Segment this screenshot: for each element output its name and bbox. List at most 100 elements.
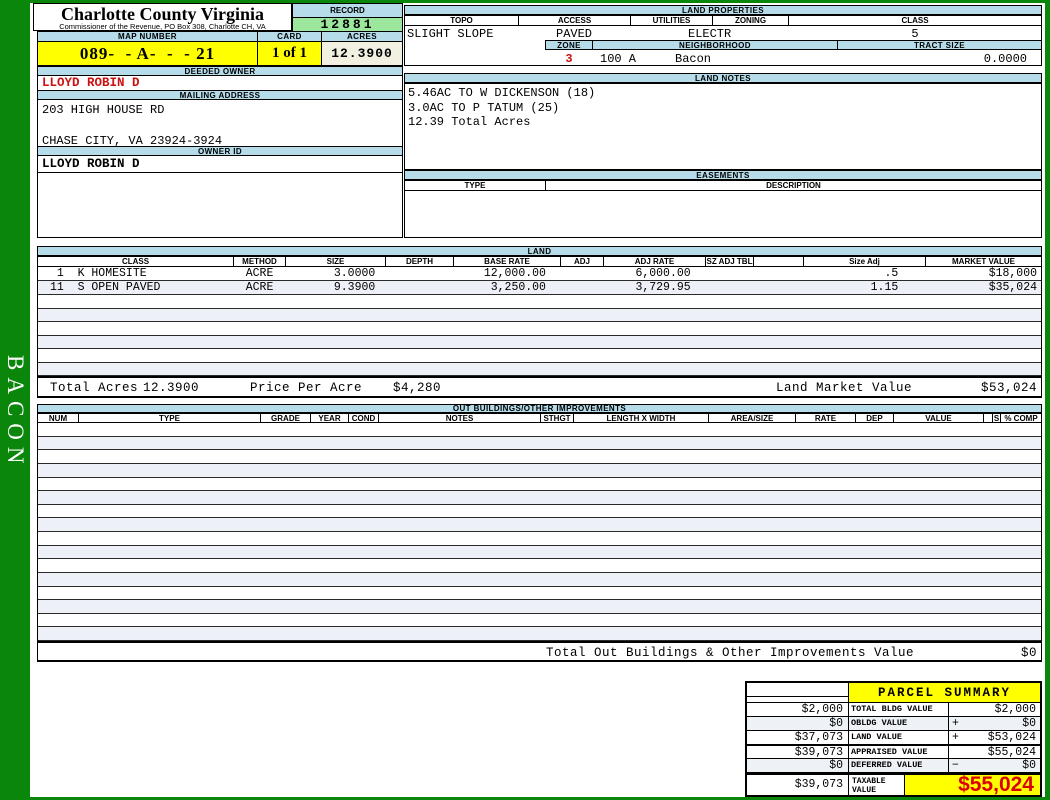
col-header-year: YEAR xyxy=(311,414,349,422)
out-building-empty-row xyxy=(38,559,1041,573)
summary-row-land-value: $37,073 LAND VALUE + $53,024 xyxy=(747,731,1040,745)
land-cell-adj-rate: 6,000.00 xyxy=(635,267,691,280)
col-header-type: TYPE xyxy=(79,414,261,422)
card-content: Charlotte County Virginia Commissioner o… xyxy=(30,3,1045,797)
land-row: 1 K HOMESITE ACRE 3.0000 12,000.00 6,000.00.… xyxy=(38,267,1041,281)
col-header-description: DESCRIPTION xyxy=(546,181,1041,190)
out-building-empty-row xyxy=(38,627,1041,641)
land-cell-market-value: $35,024 xyxy=(988,281,1037,294)
summary-prior-value: $39,073 xyxy=(747,746,849,759)
summary-operator: − xyxy=(952,759,959,772)
land-cell-sz-adj-tbl xyxy=(705,267,753,280)
summary-prior-value: $37,073 xyxy=(747,731,849,744)
land-notes-title: LAND NOTES xyxy=(404,73,1042,83)
summary-row-appraised-value: $39,073 APPRAISED VALUE $55,024 xyxy=(747,745,1040,759)
out-building-empty-row xyxy=(38,613,1041,628)
land-cell-size: 9.3900 xyxy=(333,281,376,294)
land-empty-row xyxy=(38,362,1041,376)
total-acres-value: 12.3900 xyxy=(143,381,200,395)
land-cell-class: 1 K HOMESITE xyxy=(50,267,147,280)
out-buildings-total-value: $0 xyxy=(1020,646,1037,660)
summary-operator xyxy=(949,703,966,716)
out-building-empty-row xyxy=(38,532,1041,546)
col-header-topo: TOPO xyxy=(405,16,519,25)
out-building-empty-row xyxy=(38,463,1041,478)
land-cell-base-rate: 12,000.00 xyxy=(483,267,546,280)
map-number-value: 089- - A- - - 21 xyxy=(37,41,258,66)
taxable-value: $55,024 xyxy=(905,774,1040,795)
summary-value: $0 xyxy=(1022,759,1036,772)
col-header-zoning: ZONING xyxy=(713,16,789,25)
land-empty-row xyxy=(38,349,1041,363)
col-header-cond: COND xyxy=(349,414,379,422)
out-building-empty-row xyxy=(38,436,1041,451)
col-header-grade: GRADE xyxy=(261,414,311,422)
neighborhood-value: Bacon xyxy=(675,52,712,66)
col-header-class: CLASS xyxy=(38,257,234,266)
parcel-summary-header-row: PARCEL SUMMARY xyxy=(747,683,1040,703)
col-header-num: NUM xyxy=(38,414,79,422)
land-cell-adj-rate: 3,729.95 xyxy=(635,281,691,294)
tract-size-label: TRACT SIZE xyxy=(837,40,1042,50)
summary-prior-value: $0 xyxy=(747,759,849,772)
land-cell-base-rate: 3,250.00 xyxy=(490,281,546,294)
land-cell-adj xyxy=(560,281,603,294)
district-sidebar-label: BACON xyxy=(3,355,28,471)
easements-headers: TYPE DESCRIPTION xyxy=(404,180,1042,191)
out-building-empty-row xyxy=(38,504,1041,519)
land-note-line: 3.0AC TO P TATUM (25) xyxy=(408,100,560,115)
topo-value: SLIGHT SLOPE xyxy=(407,27,494,41)
access-value: PAVED xyxy=(556,27,593,41)
summary-label: APPRAISED VALUE xyxy=(849,746,949,758)
out-building-empty-row xyxy=(38,491,1041,505)
land-note-line: 12.39 Total Acres xyxy=(408,115,531,129)
col-header-depth: DEPTH xyxy=(386,257,454,266)
out-building-empty-row xyxy=(38,600,1041,614)
land-empty-row xyxy=(38,295,1041,309)
taxable-value-row: $39,073 TAXABLE VALUE $55,024 xyxy=(747,773,1040,795)
col-header-adj-rate: ADJ RATE xyxy=(604,257,706,266)
summary-value: $2,000 xyxy=(994,703,1036,716)
out-buildings-headers: NUM TYPE GRADE YEAR COND NOTES STHGT LENGTH X W… xyxy=(37,413,1042,423)
deeded-owner-label: DEEDED OWNER xyxy=(37,66,403,76)
col-header-method: METHOD xyxy=(234,257,286,266)
record-value: 12881 xyxy=(293,17,402,32)
col-header-dep: DEP xyxy=(856,414,894,422)
land-row: 11 S OPEN PAVED ACRE 9.3900 3,250.00 3,729.9… xyxy=(38,281,1041,295)
land-cell-method: ACRE xyxy=(245,267,274,280)
land-table-headers: CLASS METHOD SIZE DEPTH BASE RATE ADJ ADJ RATE… xyxy=(37,256,1042,267)
summary-prior-value: $0 xyxy=(747,717,849,730)
summary-label: LAND VALUE xyxy=(849,731,949,744)
land-cell-size-adj: .5 xyxy=(884,267,899,280)
land-table-rows: 1 K HOMESITE ACRE 3.0000 12,000.00 6,000.00.… xyxy=(37,267,1042,376)
parcel-summary-blank-cell xyxy=(747,683,849,702)
mailing-address-box: 203 HIGH HOUSE RD CHASE CITY, VA 23924-3… xyxy=(37,100,403,148)
land-cell-depth xyxy=(385,281,453,294)
parcel-summary: PARCEL SUMMARY $2,000 TOTAL BLDG VALUE $2,… xyxy=(745,681,1042,797)
col-header-notes: NOTES xyxy=(379,414,541,422)
land-empty-row xyxy=(38,308,1041,322)
out-building-empty-row xyxy=(38,518,1041,532)
out-building-empty-row xyxy=(38,423,1041,437)
land-cell-adj xyxy=(560,267,603,280)
col-header-utilities: UTILITIES xyxy=(631,16,713,25)
col-header-value: VALUE xyxy=(894,414,984,422)
summary-row-total-bldg-value: $2,000 TOTAL BLDG VALUE $2,000 xyxy=(747,703,1040,717)
card-value: 1 of 1 xyxy=(257,41,322,66)
summary-row-deferred-value: $0 DEFERRED VALUE − $0 xyxy=(747,759,1040,773)
land-market-value: $53,024 xyxy=(980,381,1037,395)
summary-label: DEFERRED VALUE xyxy=(849,759,949,772)
county-title: Charlotte County Virginia xyxy=(60,4,264,24)
col-header-sthgt: STHGT xyxy=(541,414,574,422)
owner-notes-empty-box xyxy=(37,172,403,238)
out-buildings-title: OUT BUILDINGS/OTHER IMPROVEMENTS xyxy=(37,404,1042,413)
utilities-value: ELECTR xyxy=(688,27,732,41)
tract-size-value: 0.0000 xyxy=(983,52,1027,66)
land-notes-box: 5.46AC TO W DICKENSON (18) 3.0AC TO P TA… xyxy=(404,83,1042,170)
summary-value: $53,024 xyxy=(987,731,1036,744)
land-cell-gap xyxy=(753,267,803,280)
col-header-market-value: MARKET VALUE xyxy=(926,257,1041,266)
out-building-empty-row xyxy=(38,450,1041,464)
easements-empty-box xyxy=(404,191,1042,238)
col-header-blank xyxy=(754,257,804,266)
